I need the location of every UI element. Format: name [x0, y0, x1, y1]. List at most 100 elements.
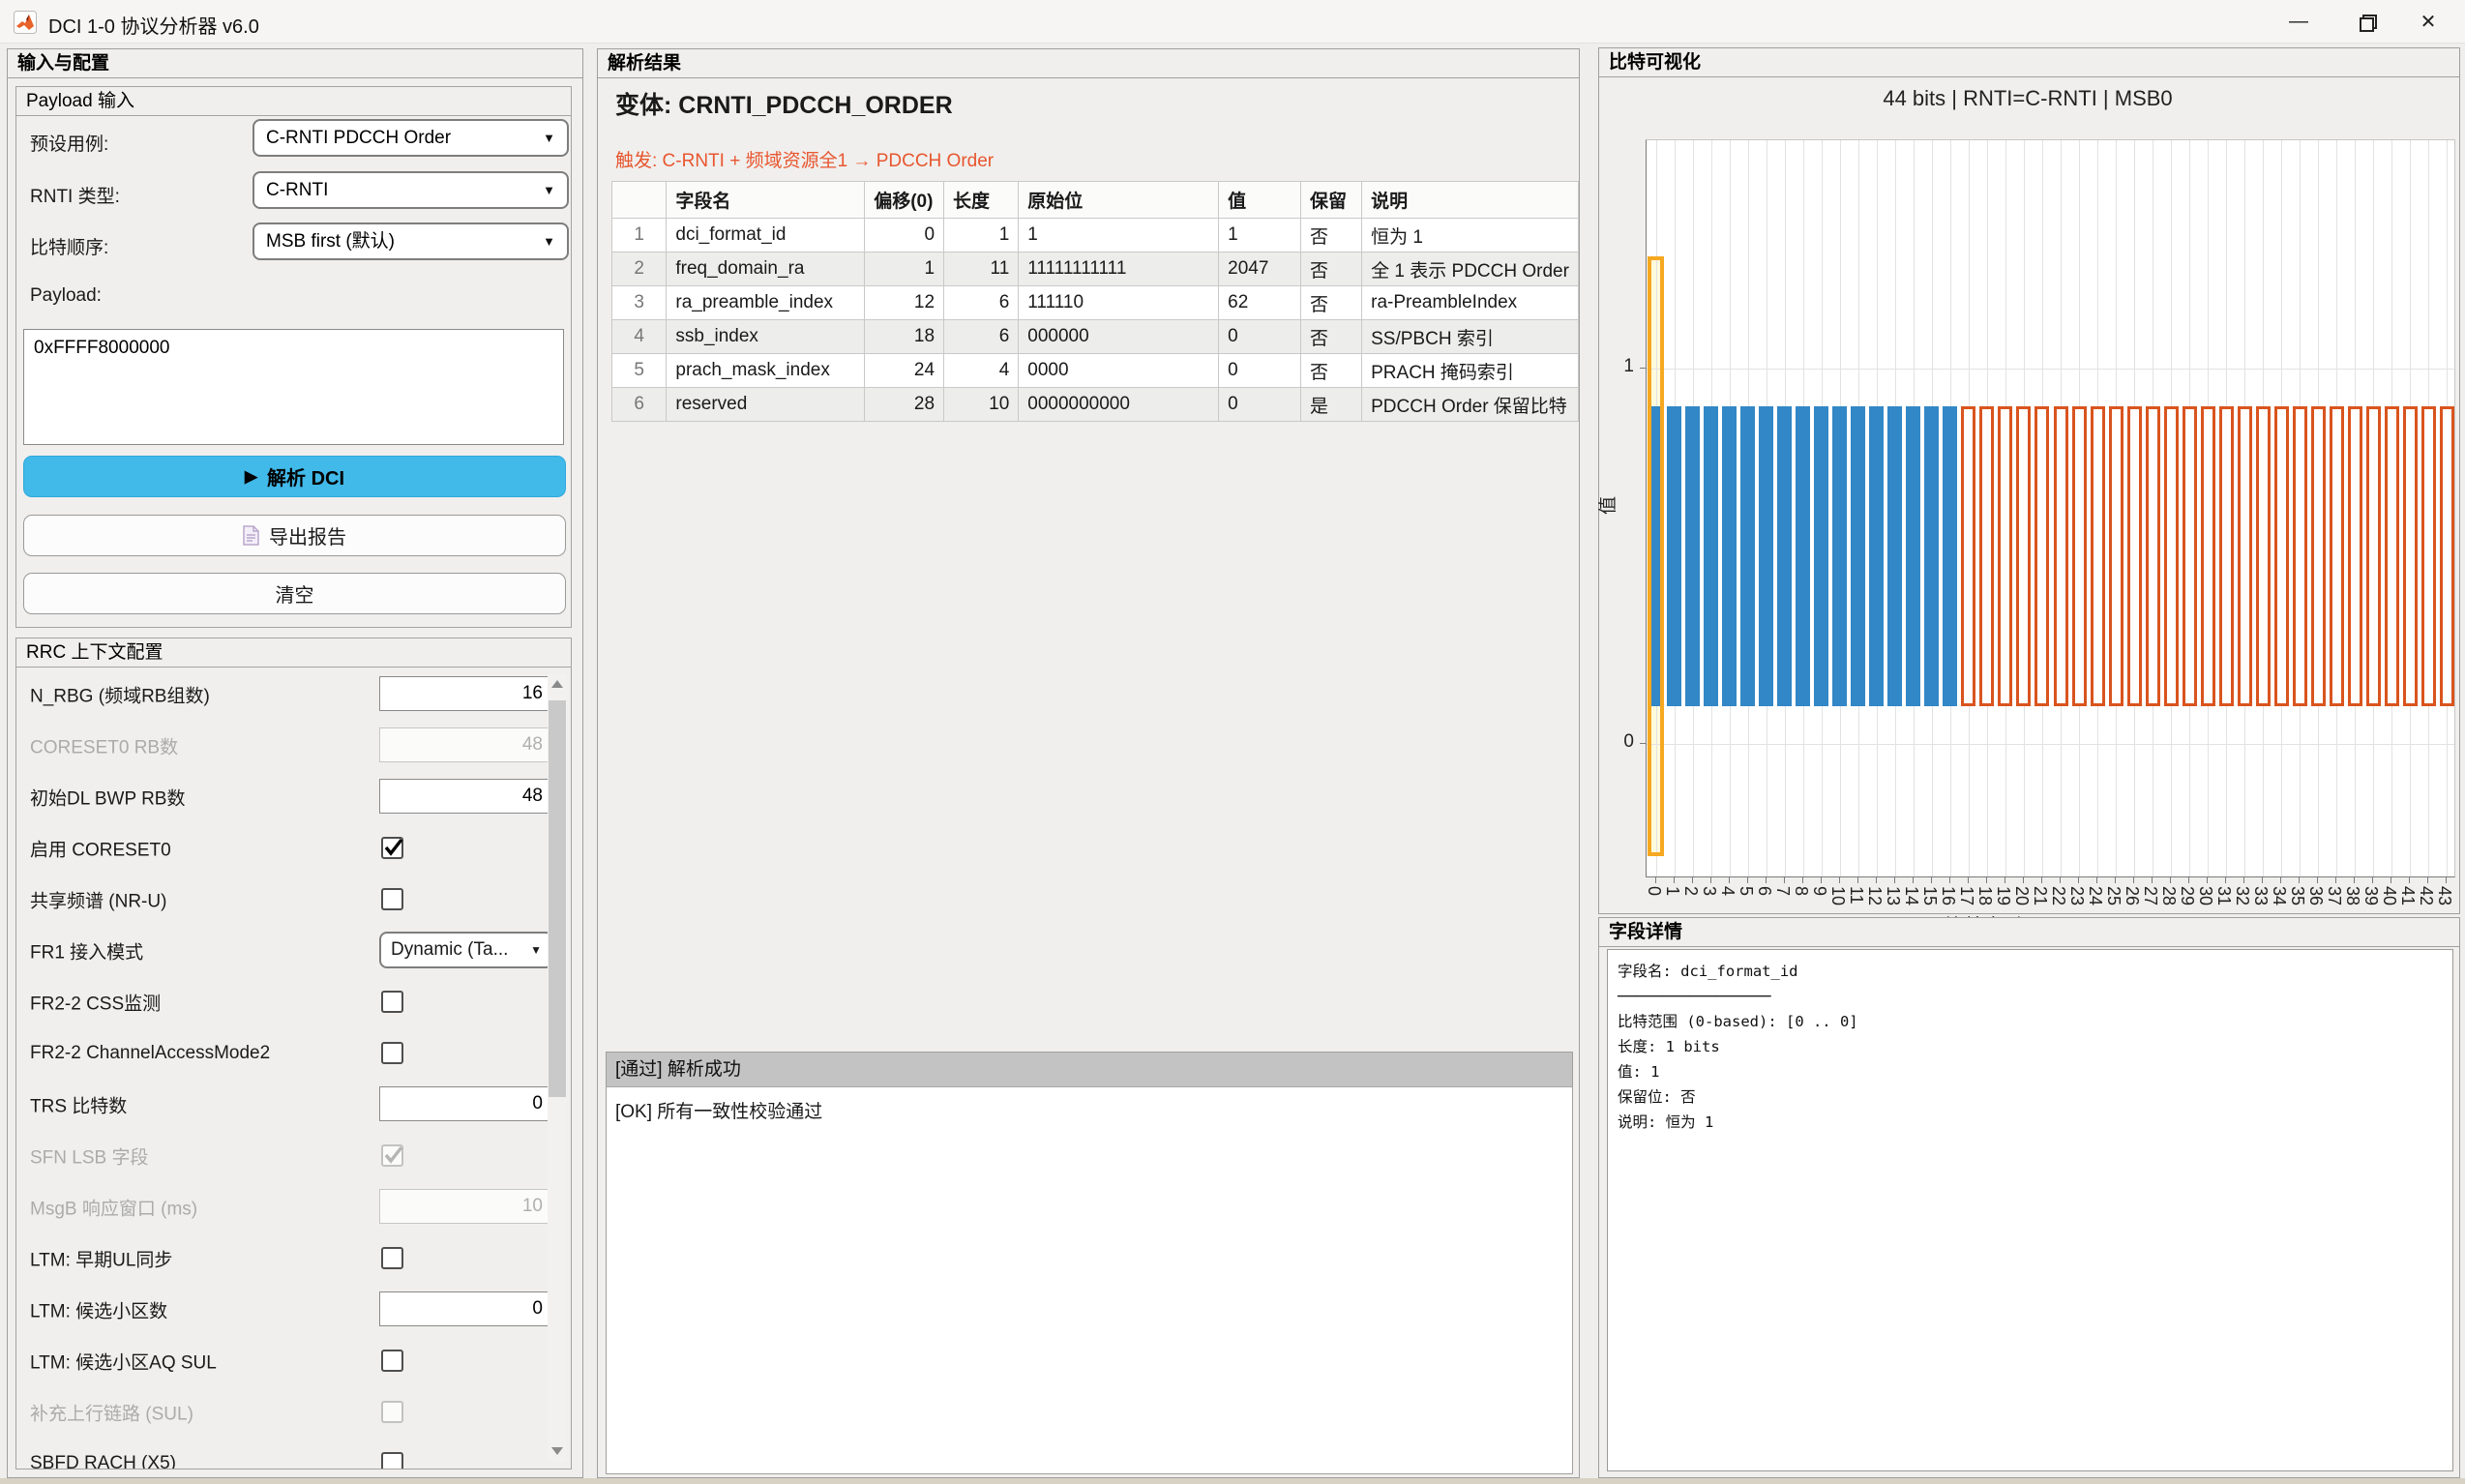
bit-bar-34[interactable] — [2273, 405, 2289, 707]
bit-bar-8[interactable] — [1796, 405, 1811, 707]
table-cell[interactable]: 否 — [1299, 218, 1363, 252]
table-cell[interactable]: 0000 — [1018, 353, 1220, 388]
table-cell[interactable]: SS/PBCH 索引 — [1361, 319, 1579, 354]
bit-order-dropdown[interactable]: MSB first (默认) ▼ — [252, 223, 569, 260]
bit-bar-3[interactable] — [1704, 405, 1719, 707]
bit-bar-23[interactable] — [2071, 405, 2087, 707]
table-cell[interactable]: dci_format_id — [666, 218, 866, 252]
table-cell[interactable]: 2047 — [1218, 252, 1301, 286]
maximize-restore-button[interactable] — [2335, 0, 2397, 44]
table-cell[interactable]: 10 — [943, 387, 1020, 422]
bit-bar-30[interactable] — [2200, 405, 2215, 707]
rrc-number-input[interactable] — [379, 779, 553, 814]
rrc-checkbox[interactable] — [381, 1452, 403, 1469]
table-cell[interactable]: 1 — [610, 218, 668, 252]
table-row[interactable]: 4 ssb_index 18 6 000000 0 否 SS/PBCH 索引 — [610, 319, 1579, 354]
bit-bar-7[interactable] — [1777, 405, 1793, 707]
table-cell[interactable]: 是 — [1299, 387, 1363, 422]
scroll-down-arrow-icon[interactable] — [548, 1440, 567, 1462]
rrc-checkbox[interactable] — [381, 1042, 403, 1064]
bit-bar-28[interactable] — [2163, 405, 2179, 707]
bit-bar-19[interactable] — [1998, 405, 2013, 707]
rrc-number-input[interactable] — [379, 1291, 553, 1326]
table-cell[interactable]: 28 — [864, 387, 945, 422]
table-cell[interactable]: reserved — [666, 387, 866, 422]
bit-bar-20[interactable] — [2016, 405, 2032, 707]
table-cell[interactable]: 否 — [1299, 285, 1363, 320]
table-cell[interactable]: 否 — [1299, 353, 1363, 388]
bit-bar-9[interactable] — [1814, 405, 1829, 707]
table-row[interactable]: 5 prach_mask_index 24 4 0000 0 否 PRACH 掩码索引 — [610, 353, 1579, 388]
table-cell[interactable]: ra-PreambleIndex — [1361, 285, 1579, 320]
table-cell[interactable]: 0 — [1218, 353, 1301, 388]
table-cell[interactable]: 1 — [864, 252, 945, 286]
table-cell[interactable]: ssb_index — [666, 319, 866, 354]
minimize-button[interactable]: — — [2268, 0, 2330, 44]
clear-button[interactable]: 清空 — [23, 573, 566, 614]
bit-bar-42[interactable] — [2420, 405, 2436, 707]
bit-bar-27[interactable] — [2145, 405, 2160, 707]
bit-bar-17[interactable] — [1961, 405, 1976, 707]
table-cell[interactable]: 6 — [943, 319, 1020, 354]
table-cell[interactable]: 3 — [610, 285, 668, 320]
bit-bar-21[interactable] — [2034, 405, 2050, 707]
bit-bar-29[interactable] — [2182, 405, 2197, 707]
table-cell[interactable]: 5 — [610, 353, 668, 388]
scroll-up-arrow-icon[interactable] — [548, 673, 567, 695]
table-cell[interactable]: 4 — [943, 353, 1020, 388]
table-cell[interactable]: 0 — [1218, 319, 1301, 354]
table-cell[interactable]: PRACH 掩码索引 — [1361, 353, 1579, 388]
bit-bar-24[interactable] — [2090, 405, 2105, 707]
table-cell[interactable]: 否 — [1299, 319, 1363, 354]
parse-dci-button[interactable]: ▶ 解析 DCI — [23, 456, 566, 497]
rrc-checkbox[interactable] — [381, 991, 403, 1013]
export-report-button[interactable]: 导出报告 — [23, 515, 566, 556]
bit-bar-33[interactable] — [2255, 405, 2271, 707]
table-cell[interactable]: 24 — [864, 353, 945, 388]
bit-bar-40[interactable] — [2384, 405, 2399, 707]
table-cell[interactable]: 62 — [1218, 285, 1301, 320]
table-cell[interactable]: 1 — [943, 218, 1020, 252]
bit-bar-11[interactable] — [1851, 405, 1866, 707]
table-cell[interactable]: 全 1 表示 PDCCH Order — [1361, 252, 1579, 286]
bit-bar-1[interactable] — [1667, 405, 1682, 707]
table-cell[interactable]: 1 — [1218, 218, 1301, 252]
bit-bar-26[interactable] — [2126, 405, 2142, 707]
bit-bar-18[interactable] — [1979, 405, 1995, 707]
bit-bar-41[interactable] — [2402, 405, 2418, 707]
rrc-checkbox[interactable] — [381, 837, 403, 859]
bit-bar-16[interactable] — [1943, 405, 1958, 707]
table-cell[interactable]: 111110 — [1018, 285, 1220, 320]
rrc-checkbox[interactable] — [381, 888, 403, 910]
table-cell[interactable]: 0 — [1218, 387, 1301, 422]
table-cell[interactable]: 18 — [864, 319, 945, 354]
bit-bar-14[interactable] — [1906, 405, 1921, 707]
table-cell[interactable]: 0000000000 — [1018, 387, 1220, 422]
table-cell[interactable]: 11 — [943, 252, 1020, 286]
bit-bar-12[interactable] — [1869, 405, 1885, 707]
table-cell[interactable]: 恒为 1 — [1361, 218, 1579, 252]
bit-bar-22[interactable] — [2053, 405, 2068, 707]
table-cell[interactable]: 否 — [1299, 252, 1363, 286]
bit-bar-38[interactable] — [2347, 405, 2362, 707]
table-cell[interactable]: 6 — [943, 285, 1020, 320]
rrc-scrollbar[interactable] — [548, 673, 567, 1462]
rrc-checkbox[interactable] — [381, 1247, 403, 1269]
bit-bar-39[interactable] — [2365, 405, 2381, 707]
preset-dropdown[interactable]: C-RNTI PDCCH Order ▼ — [252, 119, 569, 157]
bit-bar-43[interactable] — [2439, 405, 2454, 707]
bit-bar-5[interactable] — [1740, 405, 1756, 707]
rrc-checkbox[interactable] — [381, 1350, 403, 1372]
rnti-type-dropdown[interactable]: C-RNTI ▼ — [252, 171, 569, 209]
bit-bar-15[interactable] — [1924, 405, 1940, 707]
bit-bar-25[interactable] — [2108, 405, 2123, 707]
table-row[interactable]: 3 ra_preamble_index 12 6 111110 62 否 ra-Preambl… — [610, 285, 1579, 320]
table-cell[interactable]: PDCCH Order 保留比特 — [1361, 387, 1579, 422]
table-cell[interactable]: freq_domain_ra — [666, 252, 866, 286]
table-cell[interactable]: 6 — [610, 387, 668, 422]
bit-bar-35[interactable] — [2292, 405, 2307, 707]
bit-bar-2[interactable] — [1685, 405, 1701, 707]
table-cell[interactable]: prach_mask_index — [666, 353, 866, 388]
close-button[interactable]: ✕ — [2397, 0, 2459, 44]
table-cell[interactable]: 000000 — [1018, 319, 1220, 354]
